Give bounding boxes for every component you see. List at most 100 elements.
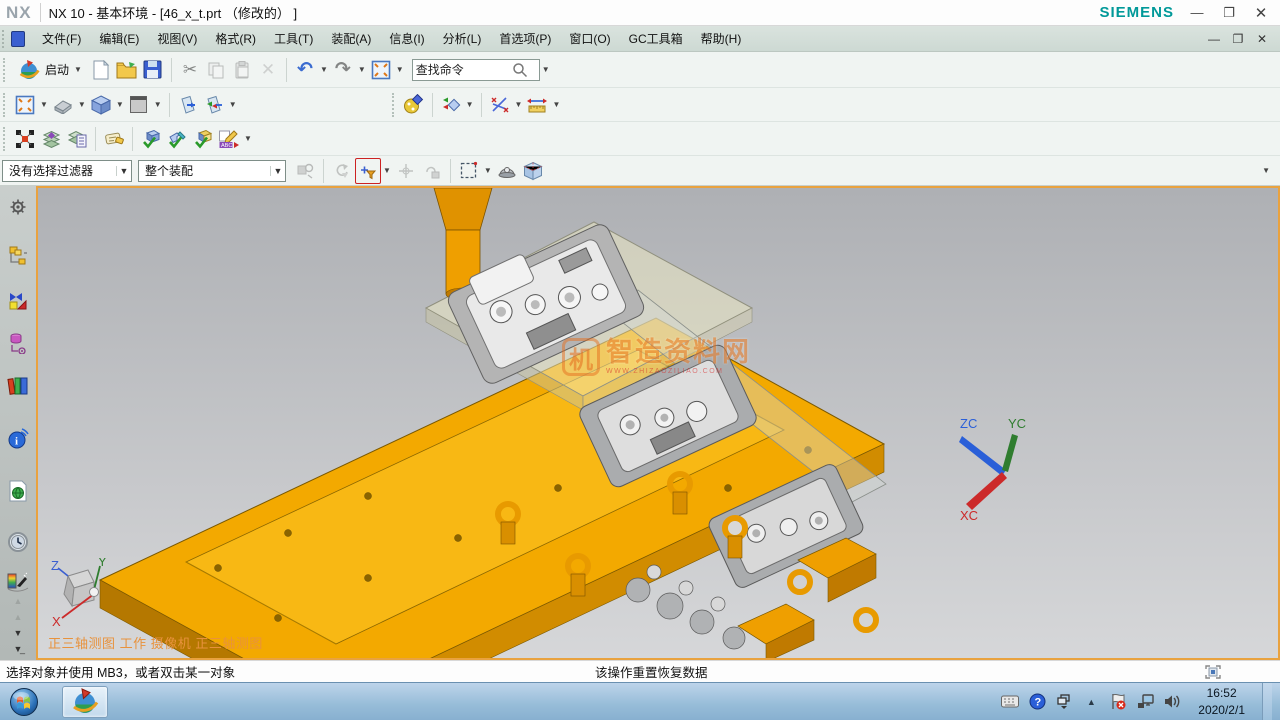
toolbar-grip[interactable] [3, 93, 8, 117]
point-dropdown-arrow[interactable]: ▼ [464, 100, 476, 109]
copy-button[interactable] [203, 57, 229, 83]
search-icon[interactable] [512, 62, 528, 78]
edit-attributes-button[interactable]: ABC [216, 126, 242, 152]
section-view-button[interactable] [175, 92, 201, 118]
graphics-viewport[interactable]: 机 智造资料网 WWW.ZHIZAOZILIAO.COM ZC YC XC [36, 186, 1280, 660]
snap-dropdown-arrow[interactable]: ▼ [381, 166, 393, 175]
highlight-prev-icon[interactable] [329, 158, 355, 184]
scroll-down-icon[interactable]: ▼ [14, 628, 23, 638]
render-style-button[interactable] [88, 92, 114, 118]
action-center-flag-icon[interactable] [1109, 693, 1127, 711]
render-dropdown-arrow[interactable]: ▼ [114, 100, 126, 109]
menu-grip[interactable] [2, 30, 7, 48]
scroll-bottom-icon[interactable]: ▼̲ [14, 644, 23, 654]
assembly-navigator-icon[interactable] [4, 242, 32, 269]
help-tray-icon[interactable]: ? [1028, 693, 1046, 711]
layer-visible-in-view-button[interactable] [64, 126, 90, 152]
cut-button[interactable]: ✂ [177, 57, 203, 83]
resource-bar-options-gear-icon[interactable] [4, 194, 32, 221]
undo-button[interactable]: ↶ [292, 57, 318, 83]
selection-scope-dropdown[interactable]: 整个装配 ▼ [138, 160, 286, 182]
restore-windows-tray-icon[interactable] [1055, 693, 1073, 711]
start-orb[interactable] [0, 683, 48, 720]
open-file-button[interactable] [114, 57, 140, 83]
restore-button[interactable]: ❐ [1220, 5, 1238, 21]
menu-assemblies[interactable]: 装配(A) [322, 27, 380, 50]
menu-gc-toolbox[interactable]: GC工具箱 [620, 27, 692, 50]
taskbar-clock[interactable]: 16:52 2020/2/1 [1190, 685, 1253, 717]
marquee-select-button[interactable] [456, 158, 482, 184]
fit-view-button[interactable] [12, 92, 38, 118]
point-dialog-button[interactable] [438, 92, 464, 118]
search-dropdown-arrow[interactable]: ▼ [540, 65, 552, 74]
attributes-dropdown-arrow[interactable]: ▼ [242, 134, 254, 143]
scroll-up2-icon[interactable]: ▲ [14, 612, 23, 622]
toolbar-grip[interactable] [392, 93, 397, 117]
network-tray-icon[interactable] [1136, 693, 1154, 711]
menu-help[interactable]: 帮助(H) [692, 27, 751, 50]
hd3d-info-icon[interactable]: i [4, 425, 32, 452]
visualization-palette-icon[interactable] [4, 569, 32, 596]
select-assembly-icon[interactable] [292, 158, 318, 184]
scope-dropdown-arrow[interactable]: ▼ [270, 166, 285, 176]
save-button[interactable] [140, 57, 166, 83]
child-minimize-button[interactable]: — [1206, 32, 1222, 46]
nx-taskbar-button[interactable] [62, 686, 108, 718]
toolbar-grip[interactable] [3, 127, 8, 151]
view-triad[interactable]: Z Y X [50, 558, 114, 628]
menu-window[interactable]: 窗口(O) [560, 27, 619, 50]
filter-dropdown-arrow[interactable]: ▼ [116, 166, 131, 176]
check-clearance-button[interactable] [138, 126, 164, 152]
background-button[interactable] [126, 92, 152, 118]
menu-tools[interactable]: 工具(T) [265, 27, 322, 50]
history-clock-icon[interactable] [4, 528, 32, 555]
keyboard-tray-icon[interactable] [1001, 693, 1019, 711]
check-fixture-button[interactable] [164, 126, 190, 152]
touch-dropdown-arrow[interactable]: ▼ [394, 65, 406, 74]
move-component-button[interactable] [12, 126, 38, 152]
wcs-triad[interactable]: ZC YC XC [952, 412, 1032, 524]
web-browser-icon[interactable] [4, 477, 32, 504]
paste-button[interactable] [229, 57, 255, 83]
show-desktop-button[interactable] [1262, 683, 1272, 720]
volume-tray-icon[interactable] [1163, 693, 1181, 711]
selection-bar-overflow-arrow[interactable]: ▼ [1260, 166, 1272, 175]
menu-information[interactable]: 信息(I) [380, 27, 433, 50]
new-file-button[interactable] [88, 57, 114, 83]
constraint-navigator-icon[interactable] [4, 287, 32, 314]
undo-dropdown-arrow[interactable]: ▼ [318, 65, 330, 74]
redo-dropdown-arrow[interactable]: ▼ [356, 65, 368, 74]
fit-dropdown-arrow[interactable]: ▼ [38, 100, 50, 109]
snap-point-toggle-active[interactable] [355, 158, 381, 184]
orient-dropdown-arrow[interactable]: ▼ [76, 100, 88, 109]
3d-model-canvas[interactable] [38, 188, 1280, 660]
edit-section-button[interactable] [201, 92, 227, 118]
selection-filter-dropdown[interactable]: 没有选择过滤器 ▼ [2, 160, 132, 182]
scroll-up-icon[interactable]: ▲ [14, 596, 23, 606]
menu-format[interactable]: 格式(R) [206, 27, 265, 50]
orient-view-button[interactable] [50, 92, 76, 118]
child-close-button[interactable]: ✕ [1254, 32, 1270, 46]
snap-point-button[interactable] [401, 92, 427, 118]
command-finder[interactable] [412, 59, 540, 81]
menu-edit[interactable]: 编辑(E) [90, 27, 148, 50]
start-dropdown-arrow[interactable]: ▼ [72, 65, 84, 74]
annotation-note-button[interactable] [101, 126, 127, 152]
marquee-dropdown-arrow[interactable]: ▼ [482, 166, 494, 175]
layer-settings-button[interactable] [38, 126, 64, 152]
menu-analysis[interactable]: 分析(L) [434, 27, 491, 50]
angle-dropdown-arrow[interactable]: ▼ [513, 100, 525, 109]
check-body-button[interactable] [190, 126, 216, 152]
wireframe-cube-button[interactable] [520, 158, 546, 184]
move-handle-icon[interactable] [393, 158, 419, 184]
delete-button[interactable]: ✕ [255, 57, 281, 83]
show-hidden-icons-arrow[interactable]: ▲ [1082, 693, 1100, 711]
touch-mode-button[interactable] [368, 57, 394, 83]
part-navigator-icon[interactable] [4, 330, 32, 357]
distance-dropdown-arrow[interactable]: ▼ [550, 100, 562, 109]
redo-button[interactable]: ↷ [330, 57, 356, 83]
shaded-object-button[interactable] [494, 158, 520, 184]
measure-angle-button[interactable] [487, 92, 513, 118]
measure-distance-button[interactable] [524, 92, 550, 118]
menu-view[interactable]: 视图(V) [148, 27, 206, 50]
